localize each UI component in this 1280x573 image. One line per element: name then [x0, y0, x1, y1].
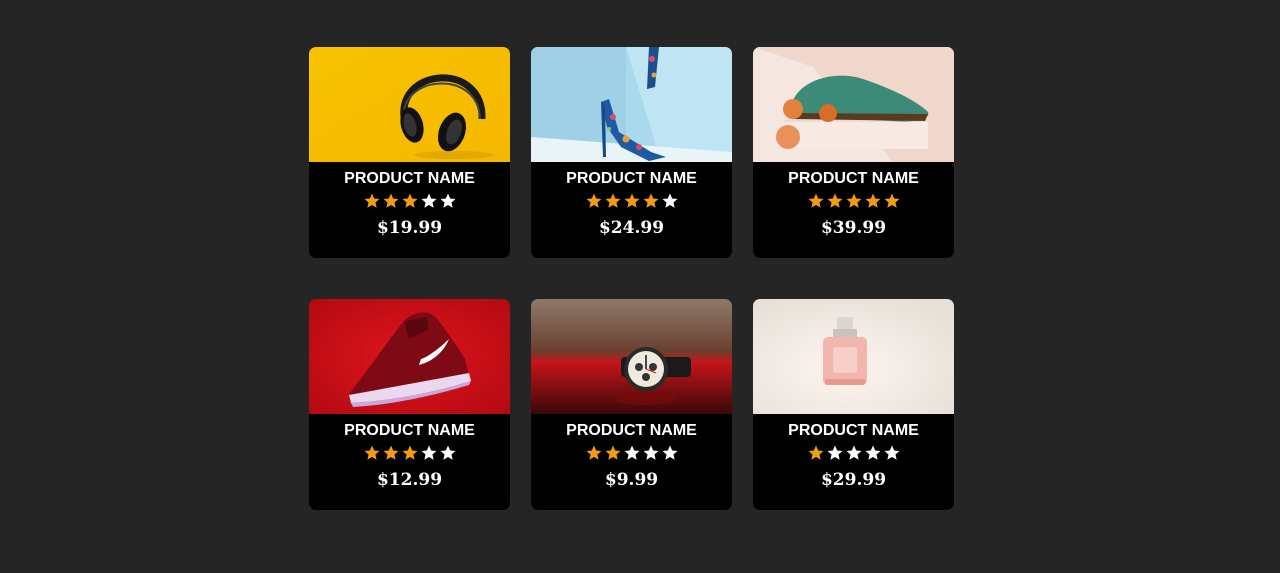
- star-rating: [309, 444, 510, 462]
- high-heels-photo: [531, 47, 732, 162]
- star-filled-icon: [623, 192, 641, 210]
- star-filled-icon: [642, 192, 660, 210]
- star-empty-icon: [864, 444, 882, 462]
- product-card[interactable]: PRODUCT NAME $24.99: [531, 47, 732, 258]
- star-filled-icon: [826, 192, 844, 210]
- star-rating: [309, 192, 510, 210]
- star-filled-icon: [807, 444, 825, 462]
- star-filled-icon: [604, 192, 622, 210]
- product-card[interactable]: PRODUCT NAME $19.99: [309, 47, 510, 258]
- product-card[interactable]: PRODUCT NAME $39.99: [753, 47, 954, 258]
- star-empty-icon: [439, 192, 457, 210]
- star-filled-icon: [845, 192, 863, 210]
- product-card[interactable]: PRODUCT NAME $12.99: [309, 299, 510, 510]
- star-filled-icon: [883, 192, 901, 210]
- star-empty-icon: [439, 444, 457, 462]
- product-name[interactable]: PRODUCT NAME: [531, 422, 732, 440]
- star-filled-icon: [382, 192, 400, 210]
- product-name[interactable]: PRODUCT NAME: [531, 170, 732, 188]
- product-name[interactable]: PRODUCT NAME: [309, 422, 510, 440]
- star-rating: [753, 444, 954, 462]
- perfume-photo: [753, 299, 954, 414]
- watch-photo: [531, 299, 732, 414]
- star-empty-icon: [661, 444, 679, 462]
- star-filled-icon: [363, 444, 381, 462]
- star-empty-icon: [642, 444, 660, 462]
- star-empty-icon: [661, 192, 679, 210]
- product-name[interactable]: PRODUCT NAME: [753, 170, 954, 188]
- star-rating: [753, 192, 954, 210]
- red-sneaker-photo: [309, 299, 510, 414]
- headphones-photo: [309, 47, 510, 162]
- product-price: $9.99: [604, 470, 659, 490]
- product-price: $24.99: [598, 218, 665, 238]
- product-card[interactable]: PRODUCT NAME $29.99: [753, 299, 954, 510]
- product-name[interactable]: PRODUCT NAME: [309, 170, 510, 188]
- star-filled-icon: [585, 192, 603, 210]
- product-grid: PRODUCT NAME $19.99 PRODUCT NAME $24.99 …: [309, 47, 954, 510]
- star-filled-icon: [363, 192, 381, 210]
- green-shoe-photo: [753, 47, 954, 162]
- product-card[interactable]: PRODUCT NAME $9.99: [531, 299, 732, 510]
- star-filled-icon: [382, 444, 400, 462]
- product-price: $39.99: [820, 218, 887, 238]
- product-name[interactable]: PRODUCT NAME: [753, 422, 954, 440]
- star-filled-icon: [401, 444, 419, 462]
- star-filled-icon: [807, 192, 825, 210]
- star-empty-icon: [420, 192, 438, 210]
- product-price: $19.99: [376, 218, 443, 238]
- star-filled-icon: [864, 192, 882, 210]
- star-filled-icon: [585, 444, 603, 462]
- star-empty-icon: [826, 444, 844, 462]
- star-empty-icon: [420, 444, 438, 462]
- star-rating: [531, 444, 732, 462]
- star-rating: [531, 192, 732, 210]
- star-empty-icon: [883, 444, 901, 462]
- star-filled-icon: [401, 192, 419, 210]
- star-empty-icon: [845, 444, 863, 462]
- star-filled-icon: [604, 444, 622, 462]
- product-price: $29.99: [820, 470, 887, 490]
- star-empty-icon: [623, 444, 641, 462]
- product-price: $12.99: [376, 470, 443, 490]
